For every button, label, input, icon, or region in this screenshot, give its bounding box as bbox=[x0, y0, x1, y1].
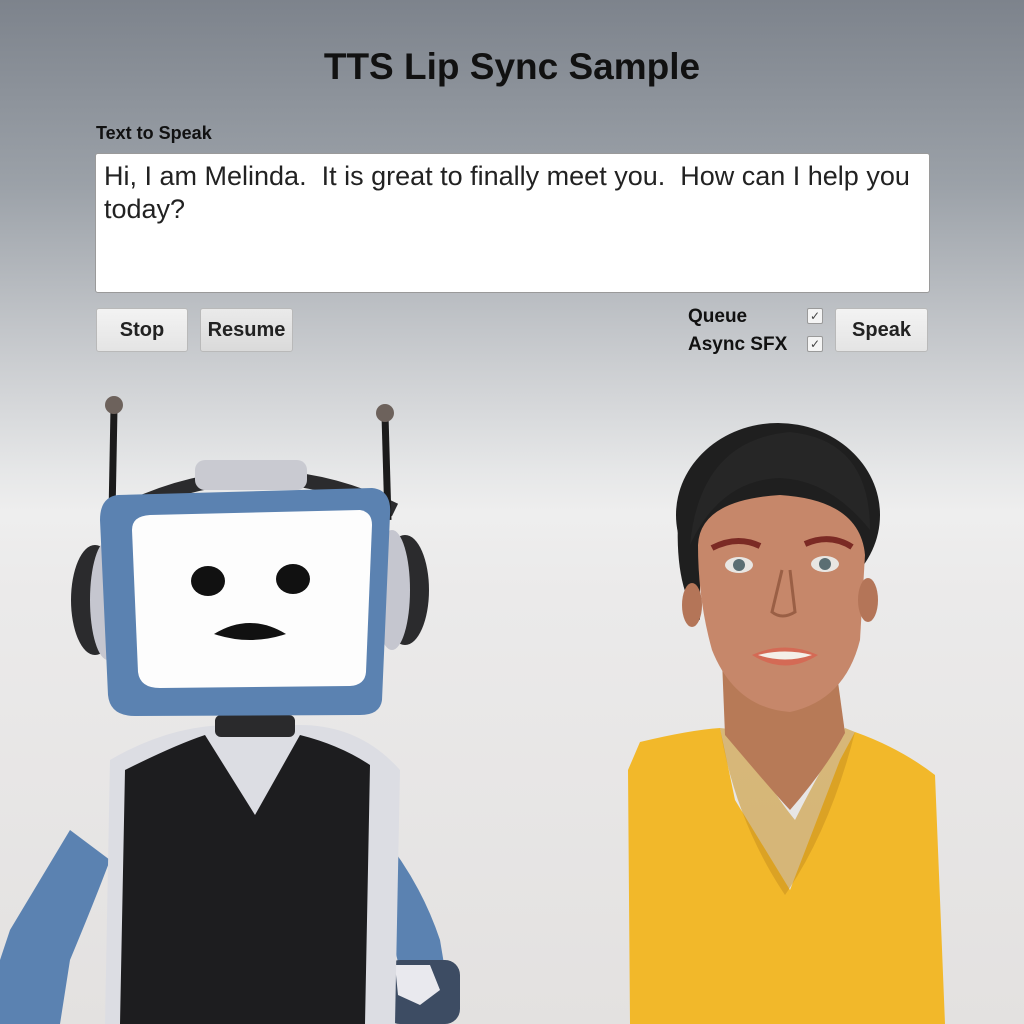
async-sfx-checkbox[interactable]: ✓ bbox=[807, 336, 823, 352]
async-sfx-label: Async SFX bbox=[688, 334, 788, 355]
checkmark-icon: ✓ bbox=[809, 309, 821, 323]
robot-avatar bbox=[0, 396, 460, 1024]
stop-button[interactable]: Stop bbox=[96, 308, 188, 352]
resume-button[interactable]: Resume bbox=[200, 308, 293, 352]
speak-button[interactable]: Speak bbox=[835, 308, 928, 352]
page-title: TTS Lip Sync Sample bbox=[323, 46, 701, 87]
text-to-speak-label: Text to Speak bbox=[96, 123, 212, 143]
queue-checkbox[interactable]: ✓ bbox=[807, 308, 823, 324]
human-avatar bbox=[628, 423, 945, 1024]
text-to-speak-input[interactable]: Hi, I am Melinda. It is great to finally… bbox=[95, 153, 930, 293]
checkmark-icon: ✓ bbox=[809, 337, 821, 351]
queue-label: Queue bbox=[688, 306, 748, 327]
